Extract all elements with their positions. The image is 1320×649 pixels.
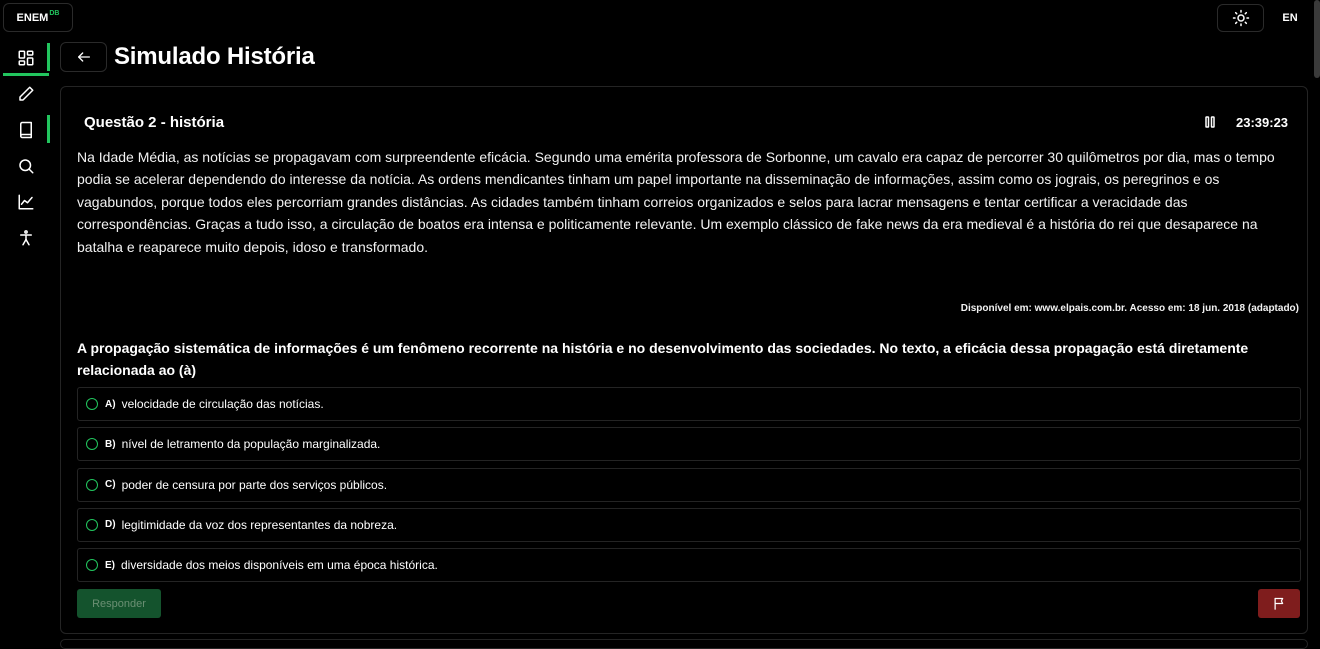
option-text: nível de letramento da população margina… (121, 437, 381, 452)
radio-button[interactable] (86, 518, 98, 531)
sidebar-item-dashboard[interactable] (0, 40, 52, 76)
search-icon (19, 159, 34, 174)
radio-button[interactable] (86, 478, 98, 491)
question-title: Questão 2 - história (84, 114, 225, 131)
sidebar-item-exercises[interactable] (0, 76, 52, 112)
option-a[interactable]: A) velocidade de circulação das notícias… (77, 387, 1301, 421)
sidebar-item-statistics[interactable] (0, 184, 52, 220)
app-logo[interactable]: ENEM DB (3, 3, 73, 32)
accessibility-icon (20, 230, 32, 246)
option-text: velocidade de circulação das notícias. (121, 397, 324, 411)
page-header: Simulado História (60, 42, 315, 72)
flag-icon (1274, 597, 1283, 610)
options-list: A) velocidade de circulação das notícias… (77, 387, 1301, 588)
option-letter: A) (105, 398, 116, 410)
passage-source: Disponível em: www.elpais.com.br. Acesso… (960, 303, 1299, 314)
pause-icon[interactable] (1204, 116, 1216, 128)
option-letter: B) (105, 438, 116, 450)
option-d[interactable]: D) legitimidade da voz dos representante… (77, 507, 1301, 542)
option-text: diversidade dos meios disponíveis em uma… (121, 558, 438, 573)
option-text: poder de censura por parte dos serviços … (121, 477, 388, 492)
sun-icon (1232, 9, 1249, 27)
question-passage: Na Idade Média, as notícias se propagava… (77, 149, 1275, 255)
option-c[interactable]: C) poder de censura por parte dos serviç… (77, 467, 1301, 502)
dashboard-icon (18, 50, 34, 66)
question-card: Questão 2 - história 23:39:23 Na Idade M… (60, 86, 1308, 634)
option-b[interactable]: B) nível de letramento da população marg… (77, 427, 1301, 462)
report-button[interactable] (1258, 589, 1300, 618)
sidebar-item-simulados[interactable] (0, 112, 52, 148)
radio-button[interactable] (86, 398, 98, 410)
question-prompt: A propagação sistemática de informações … (77, 340, 1249, 379)
book-icon (20, 121, 32, 139)
option-e[interactable]: E) diversidade dos meios disponíveis em … (77, 548, 1301, 583)
timer: 23:39:23 (1236, 115, 1289, 130)
chart-line-icon (18, 194, 34, 210)
arrow-left-icon (77, 52, 90, 62)
language-switch[interactable]: EN (1272, 4, 1308, 32)
sidebar (0, 40, 52, 256)
option-letter: C) (105, 479, 116, 491)
next-card-edge (60, 639, 1308, 649)
pencil-icon (19, 86, 34, 101)
sidebar-item-accessibility[interactable] (0, 220, 52, 256)
page-title: Simulado História (114, 43, 315, 70)
option-text: legitimidade da voz dos representantes d… (121, 517, 398, 532)
radio-button[interactable] (86, 559, 98, 572)
theme-toggle-button[interactable] (1217, 4, 1264, 32)
sidebar-item-search[interactable] (0, 148, 52, 184)
logo-text: ENEM (16, 11, 49, 24)
radio-button[interactable] (86, 438, 98, 451)
top-bar: ENEM DB EN (0, 0, 1320, 36)
page-scrollbar[interactable] (1314, 0, 1320, 643)
option-letter: E) (105, 559, 115, 571)
back-button[interactable] (60, 42, 107, 72)
option-letter: D) (105, 519, 116, 531)
logo-superscript: DB (49, 10, 60, 17)
scrollbar-thumb[interactable] (1314, 0, 1320, 78)
respond-button[interactable]: Responder (77, 589, 161, 618)
